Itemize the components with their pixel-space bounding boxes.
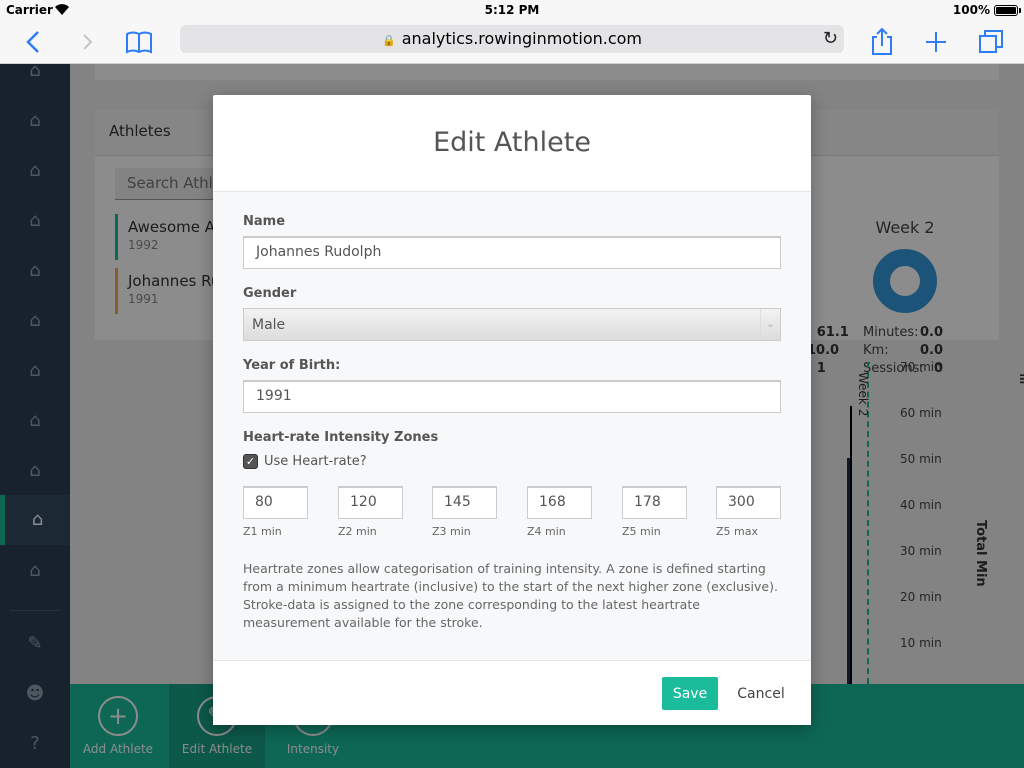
zone-1: 80 Z1 min bbox=[243, 486, 308, 538]
zone-5-max: 300 Z5 max bbox=[716, 486, 781, 538]
zone-5-input[interactable]: 178 bbox=[622, 486, 687, 519]
use-heartrate-label: Use Heart-rate? bbox=[264, 454, 367, 469]
clock: 5:12 PM bbox=[484, 3, 540, 17]
gender-label: Gender bbox=[243, 286, 297, 301]
gender-select[interactable]: Male ⌄ bbox=[243, 308, 781, 341]
zone-5-max-label: Z5 max bbox=[716, 525, 758, 538]
url-text: analytics.rowinginmotion.com bbox=[401, 29, 642, 48]
zone-1-input[interactable]: 80 bbox=[243, 486, 308, 519]
save-button[interactable]: Save bbox=[662, 677, 718, 710]
dialog-title: Edit Athlete bbox=[213, 95, 811, 192]
year-of-birth-field[interactable]: 1991 bbox=[243, 380, 781, 413]
use-heartrate-checkbox[interactable]: ✓ bbox=[243, 454, 258, 469]
zone-4-label: Z4 min bbox=[527, 525, 566, 538]
zones-help-text: Heartrate zones allow categorisation of … bbox=[243, 561, 778, 630]
battery-tip bbox=[1019, 8, 1021, 13]
cancel-button[interactable]: Cancel bbox=[731, 677, 791, 710]
url-bar[interactable]: 🔒 analytics.rowinginmotion.com ↻ bbox=[180, 25, 844, 53]
gender-value: Male bbox=[252, 317, 286, 333]
tabs-icon[interactable] bbox=[975, 26, 1007, 58]
zone-4: 168 Z4 min bbox=[527, 486, 592, 538]
zone-3-label: Z3 min bbox=[432, 525, 471, 538]
zone-5-max-input[interactable]: 300 bbox=[716, 486, 781, 519]
name-field[interactable]: Johannes Rudolph bbox=[243, 236, 781, 269]
zone-3: 145 Z3 min bbox=[432, 486, 497, 538]
browser-toolbar: 🔒 analytics.rowinginmotion.com ↻ bbox=[0, 20, 1024, 64]
battery-icon bbox=[994, 5, 1018, 16]
reload-icon[interactable]: ↻ bbox=[823, 25, 838, 53]
lock-icon: 🔒 bbox=[381, 34, 396, 47]
use-heartrate-row[interactable]: ✓ Use Heart-rate? bbox=[243, 454, 367, 469]
forward-icon[interactable] bbox=[72, 26, 104, 58]
dialog-body: Name Johannes Rudolph Gender Male ⌄ Year… bbox=[213, 192, 811, 660]
bookmarks-icon[interactable] bbox=[123, 26, 155, 58]
dialog-footer: Save Cancel bbox=[213, 660, 811, 725]
zone-2-input[interactable]: 120 bbox=[338, 486, 403, 519]
zone-2-label: Z2 min bbox=[338, 525, 377, 538]
new-tab-icon[interactable] bbox=[920, 26, 952, 58]
chevron-down-icon: ⌄ bbox=[760, 309, 780, 340]
zone-2: 120 Z2 min bbox=[338, 486, 403, 538]
zone-5-label: Z5 min bbox=[622, 525, 661, 538]
zone-5: 178 Z5 min bbox=[622, 486, 687, 538]
zones-label: Heart-rate Intensity Zones bbox=[243, 430, 439, 445]
zone-3-input[interactable]: 145 bbox=[432, 486, 497, 519]
zone-4-input[interactable]: 168 bbox=[527, 486, 592, 519]
year-label: Year of Birth: bbox=[243, 358, 341, 373]
status-bar: Carrier 5:12 PM 100% bbox=[0, 0, 1024, 20]
edit-athlete-dialog: Edit Athlete Name Johannes Rudolph Gende… bbox=[213, 95, 811, 725]
battery-percent: 100% bbox=[952, 3, 990, 17]
zone-1-label: Z1 min bbox=[243, 525, 282, 538]
share-icon[interactable] bbox=[866, 26, 898, 58]
name-label: Name bbox=[243, 214, 286, 229]
